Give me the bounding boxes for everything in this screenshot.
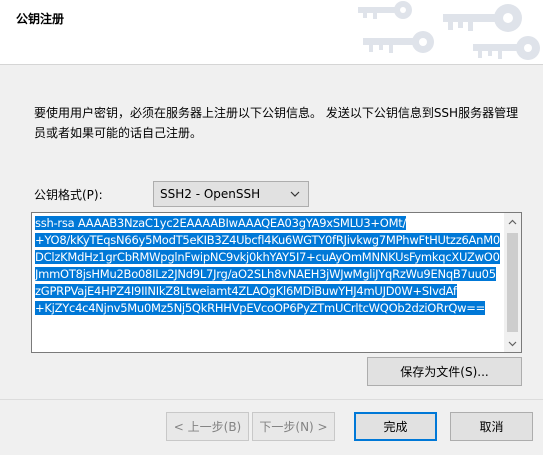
public-key-text: ssh-rsa AAAAB3NzaC1yc2EAAAABIwAAAQEA03gY… — [35, 215, 501, 317]
save-to-file-button[interactable]: 保存为文件(S)... — [367, 357, 522, 386]
key-watermark-icon — [358, 1, 540, 60]
public-key-textarea[interactable]: ssh-rsa AAAAB3NzaC1yc2EAAAABIwAAAQEA03gY… — [31, 212, 522, 353]
next-button[interactable]: 下一步(N) > — [252, 412, 335, 441]
description-text: 要使用用户密钥，必须在服务器上注册以下公钥信息。 发送以下公钥信息到SSH服务器… — [34, 106, 519, 140]
scroll-down-icon[interactable] — [504, 335, 521, 352]
format-select[interactable]: SSH2 - OpenSSH — [153, 181, 309, 207]
cancel-button[interactable]: 取消 — [450, 412, 533, 441]
dialog-title: 公钥注册 — [16, 12, 65, 26]
finish-button[interactable]: 完成 — [354, 412, 437, 441]
scroll-thumb[interactable] — [507, 233, 518, 332]
scroll-up-icon[interactable] — [504, 213, 521, 230]
footer-divider — [0, 399, 543, 400]
public-key-selection: ssh-rsa AAAAB3NzaC1yc2EAAAABIwAAAQEA03gY… — [35, 216, 500, 315]
chevron-down-icon — [290, 191, 300, 197]
dialog-header: 公钥注册 — [0, 0, 543, 65]
back-button[interactable]: < 上一步(B) — [166, 412, 249, 441]
vertical-scrollbar[interactable] — [504, 213, 521, 352]
format-select-value: SSH2 - OpenSSH — [160, 187, 261, 201]
format-label: 公钥格式(P): — [34, 188, 103, 202]
